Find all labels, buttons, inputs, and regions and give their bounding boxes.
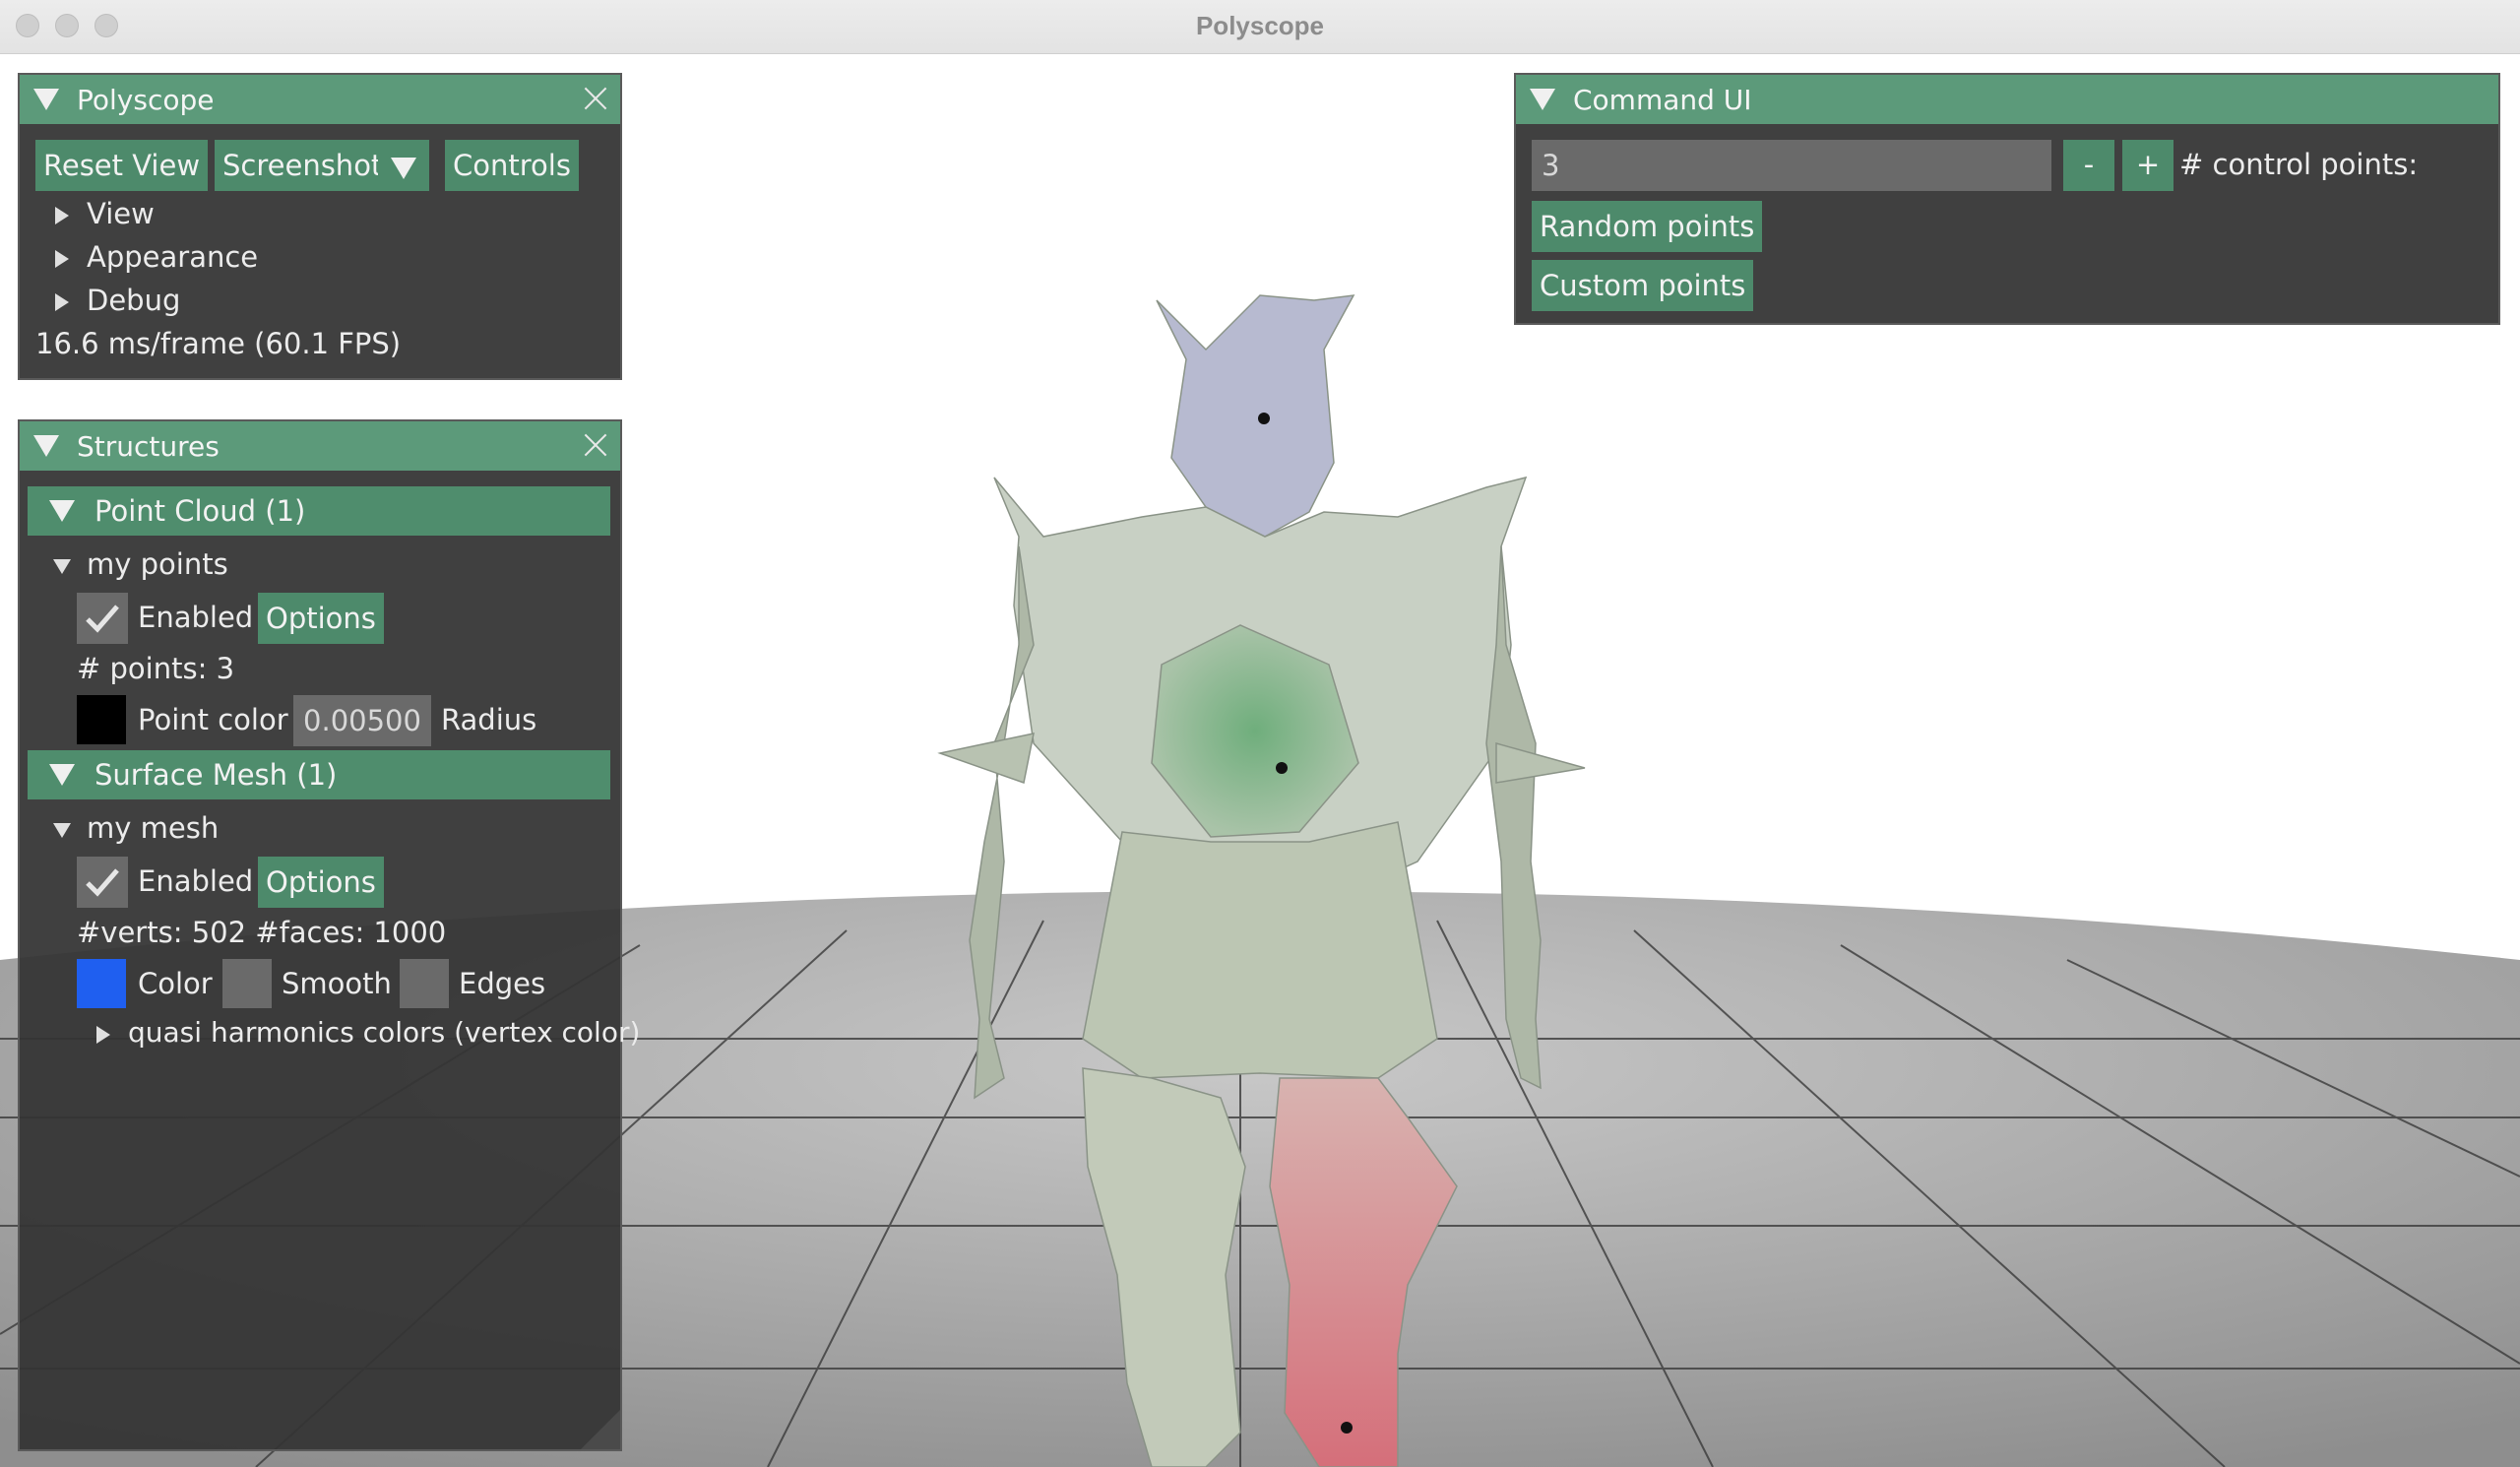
quantity-vertex-color[interactable]: quasi harmonics colors (vertex color)	[128, 1016, 640, 1049]
reset-view-button[interactable]: Reset View	[35, 140, 209, 191]
point-cloud-section-title: Point Cloud (1)	[94, 494, 306, 528]
tree-item-view[interactable]: View	[87, 197, 155, 230]
collapse-arrow-icon[interactable]	[53, 823, 71, 838]
structures-panel-header[interactable]: Structures	[20, 421, 620, 471]
window-titlebar: Polyscope	[0, 0, 2520, 54]
collapse-triangle-icon[interactable]	[1530, 89, 1555, 110]
increment-button[interactable]: +	[2122, 140, 2174, 191]
polyscope-panel-header[interactable]: Polyscope	[20, 75, 620, 124]
point-color-label: Point color	[138, 703, 288, 736]
resize-grip-icon[interactable]	[581, 1410, 620, 1449]
radius-label: Radius	[441, 703, 537, 736]
tree-item-appearance[interactable]: Appearance	[87, 240, 258, 274]
fps-readout: 16.6 ms/frame (60.1 FPS)	[35, 327, 402, 360]
controls-button[interactable]: Controls	[445, 140, 579, 191]
edges-checkbox[interactable]	[400, 959, 449, 1008]
mesh-color-swatch[interactable]	[77, 959, 126, 1008]
tree-item-debug[interactable]: Debug	[87, 284, 180, 317]
surface-mesh-options-button[interactable]: Options	[258, 857, 384, 908]
point-cloud-enabled-label: Enabled	[138, 601, 254, 634]
expand-arrow-icon[interactable]	[55, 207, 69, 224]
decrement-button[interactable]: -	[2063, 140, 2114, 191]
checkmark-icon	[86, 868, 119, 897]
surface-mesh-enabled-label: Enabled	[138, 864, 254, 898]
edges-label: Edges	[459, 967, 546, 1000]
surface-mesh-name[interactable]: my mesh	[87, 811, 219, 845]
control-point	[1276, 762, 1288, 774]
smooth-checkbox[interactable]	[222, 959, 272, 1008]
collapse-triangle-icon	[49, 764, 75, 786]
point-cloud-name[interactable]: my points	[87, 547, 228, 581]
checkmark-icon	[86, 605, 119, 633]
screenshot-button[interactable]: Screenshot	[215, 140, 391, 191]
polyscope-panel-title: Polyscope	[77, 83, 215, 116]
surface-mesh-info: #verts: 502 #faces: 1000	[77, 916, 447, 949]
screenshot-options-button[interactable]	[378, 140, 429, 191]
close-icon[interactable]	[583, 432, 608, 458]
radius-input[interactable]: 0.00500	[293, 695, 431, 746]
chevron-down-icon	[391, 158, 416, 179]
collapse-triangle-icon	[49, 500, 75, 522]
point-cloud-enabled-checkbox[interactable]	[77, 593, 128, 644]
mesh-color-label: Color	[138, 967, 213, 1000]
close-icon[interactable]	[583, 86, 608, 111]
structures-panel: Structures Point Cloud (1) my points Ena…	[18, 419, 640, 1451]
command-ui-panel: Command UI 3 - + # control points: Rando…	[1514, 73, 2500, 325]
control-point	[1258, 413, 1270, 424]
collapse-triangle-icon[interactable]	[33, 435, 59, 457]
control-points-label: # control points:	[2179, 148, 2419, 181]
collapse-arrow-icon[interactable]	[53, 559, 71, 574]
point-cloud-options-button[interactable]: Options	[258, 593, 384, 644]
point-cloud-info: # points: 3	[77, 652, 235, 685]
collapse-triangle-icon[interactable]	[33, 89, 59, 110]
surface-mesh-section-title: Surface Mesh (1)	[94, 758, 338, 792]
random-points-button[interactable]: Random points	[1532, 201, 1763, 252]
surface-mesh-enabled-checkbox[interactable]	[77, 857, 128, 908]
control-point	[1341, 1422, 1353, 1434]
expand-arrow-icon[interactable]	[55, 250, 69, 268]
structures-panel-title: Structures	[77, 429, 220, 463]
smooth-label: Smooth	[282, 967, 392, 1000]
command-ui-header[interactable]: Command UI	[1516, 75, 2498, 124]
command-ui-title: Command UI	[1573, 83, 1752, 116]
custom-points-button[interactable]: Custom points	[1532, 260, 1754, 311]
polyscope-panel: Polyscope Reset View Screenshot Controls…	[18, 73, 622, 380]
point-color-swatch[interactable]	[77, 695, 126, 744]
surface-mesh-section-header[interactable]: Surface Mesh (1)	[28, 750, 610, 799]
control-points-input[interactable]: 3	[1532, 140, 2051, 191]
expand-arrow-icon[interactable]	[96, 1026, 110, 1044]
window-title: Polyscope	[1195, 11, 1325, 40]
point-cloud-section-header[interactable]: Point Cloud (1)	[28, 486, 610, 536]
expand-arrow-icon[interactable]	[55, 293, 69, 311]
